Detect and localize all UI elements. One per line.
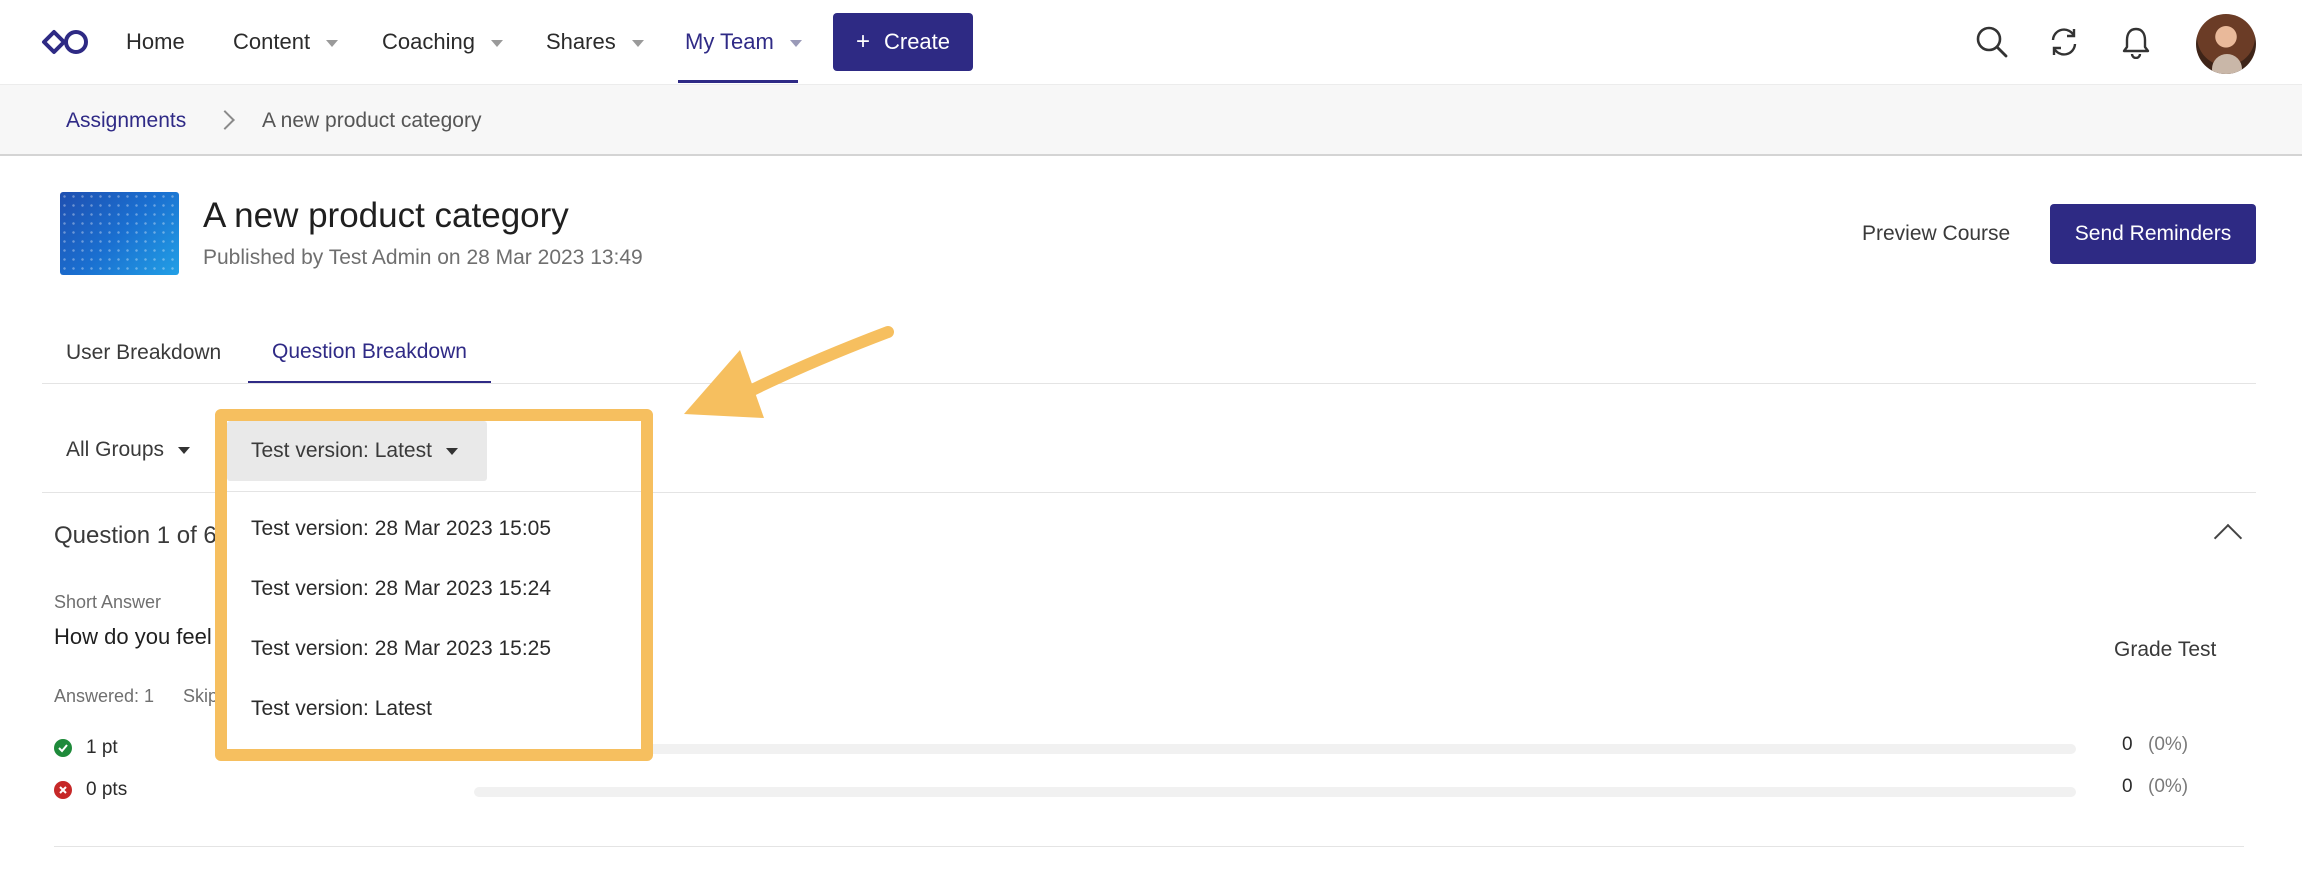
- question-count: Question 1 of 6: [54, 522, 217, 549]
- chevron-down-icon: [490, 39, 503, 47]
- plus-icon: +: [855, 28, 870, 55]
- active-nav-indicator: [678, 80, 798, 83]
- published-info: Published by Test Admin on 28 Mar 2023 1…: [203, 246, 643, 269]
- course-thumbnail: [60, 192, 179, 275]
- send-reminders-button[interactable]: Send Reminders: [2050, 204, 2256, 264]
- score-percent: (0%): [2148, 776, 2189, 797]
- nav-my-team[interactable]: My Team: [685, 0, 802, 84]
- grade-test-button[interactable]: Grade Test: [2114, 638, 2216, 662]
- breadcrumb-current: A new product category: [262, 109, 482, 132]
- nav-home-label: Home: [126, 29, 185, 54]
- nav-coaching[interactable]: Coaching: [382, 0, 503, 84]
- app-logo[interactable]: [40, 24, 92, 60]
- top-navigation: Home Content Coaching Shares My Team + C…: [0, 0, 2302, 84]
- breadcrumb-assignments-link[interactable]: Assignments: [66, 85, 186, 157]
- section-divider: [54, 846, 2244, 847]
- tab-user-breakdown[interactable]: User Breakdown: [42, 322, 245, 384]
- create-button[interactable]: + Create: [833, 13, 973, 71]
- breadcrumb: Assignments A new product category: [0, 84, 2302, 156]
- all-groups-label: All Groups: [66, 438, 165, 461]
- chevron-right-icon: [215, 110, 235, 130]
- caret-down-icon: [178, 446, 191, 454]
- score-bar-incorrect: [474, 787, 2076, 797]
- nav-shares[interactable]: Shares: [546, 0, 644, 84]
- avatar[interactable]: [2196, 14, 2256, 74]
- score-label: 0 pts: [86, 779, 128, 800]
- score-count: 0: [2122, 776, 2133, 797]
- search-icon[interactable]: [1972, 22, 2012, 62]
- score-count: 0: [2122, 734, 2133, 755]
- nav-coaching-label: Coaching: [382, 29, 475, 54]
- chevron-down-icon: [631, 39, 644, 47]
- nav-home[interactable]: Home: [126, 0, 185, 84]
- score-row-incorrect: 0 pts: [54, 778, 127, 802]
- nav-shares-label: Shares: [546, 29, 616, 54]
- question-type: Short Answer: [54, 592, 162, 612]
- all-groups-dropdown[interactable]: All Groups: [42, 420, 214, 480]
- check-circle-icon: [54, 739, 72, 757]
- score-label: 1 pt: [86, 737, 118, 758]
- arrow-annotation-icon: [684, 326, 894, 418]
- x-circle-icon: [54, 781, 72, 799]
- sync-icon[interactable]: [2044, 22, 2084, 62]
- answered-count: Answered: 1: [54, 686, 155, 706]
- nav-content[interactable]: Content: [233, 0, 339, 84]
- bell-icon[interactable]: [2116, 22, 2156, 62]
- chevron-up-icon[interactable]: [2213, 523, 2243, 553]
- nav-my-team-label: My Team: [685, 29, 774, 54]
- tabs-divider: [42, 383, 2256, 384]
- score-row-correct: 1 pt: [54, 736, 118, 760]
- question-text: How do you feel: [54, 624, 212, 649]
- preview-course-button[interactable]: Preview Course: [1862, 222, 2010, 246]
- create-button-label: Create: [883, 29, 951, 54]
- nav-content-label: Content: [233, 29, 311, 54]
- skipped-count: Skip: [183, 686, 219, 706]
- chevron-down-icon: [326, 39, 339, 47]
- score-bar-correct: [474, 744, 2076, 754]
- score-percent: (0%): [2148, 734, 2189, 755]
- page-title: A new product category: [203, 196, 569, 235]
- highlight-annotation: [215, 409, 653, 761]
- chevron-down-icon: [789, 39, 802, 47]
- tab-question-breakdown[interactable]: Question Breakdown: [248, 322, 491, 384]
